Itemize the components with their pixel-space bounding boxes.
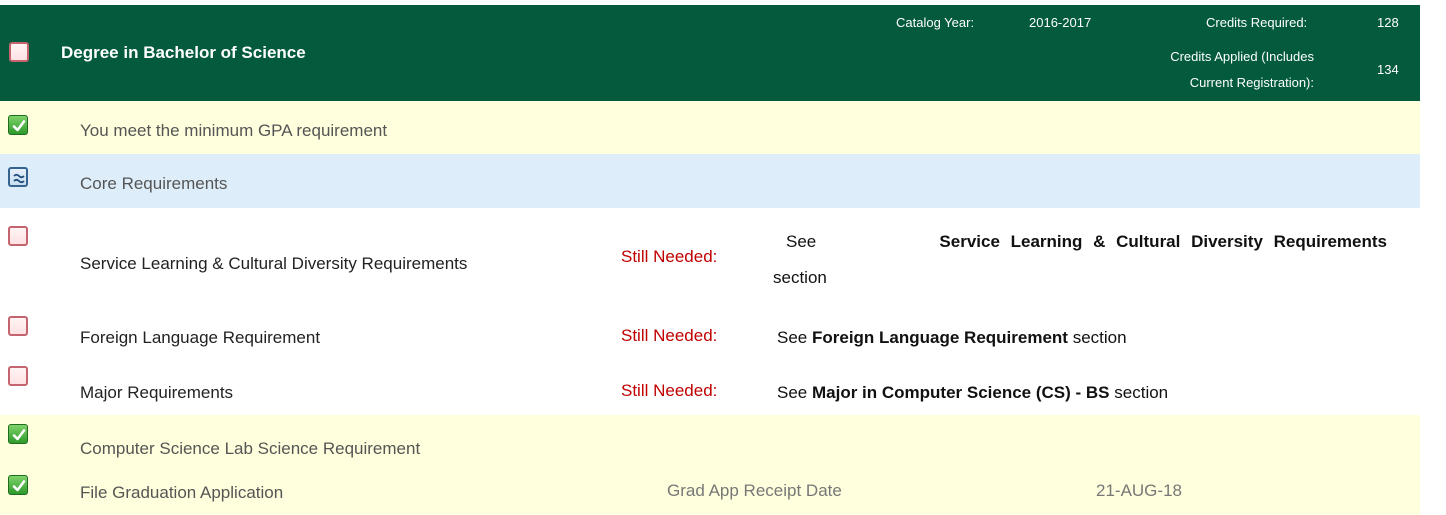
- credits-required-label: Credits Required:: [1206, 15, 1308, 30]
- empty-box-icon: [8, 226, 28, 246]
- catalog-year-label: Catalog Year:: [896, 15, 975, 30]
- approx-icon: [8, 167, 28, 187]
- still-needed-label: Still Needed:: [621, 247, 718, 266]
- see-text: See: [777, 328, 808, 347]
- requirement-row-graduation: File Graduation Application Grad App Rec…: [0, 466, 1420, 515]
- still-needed-text: See Major in Computer Science (CS) - BS …: [777, 383, 1168, 403]
- section-word: section: [1072, 328, 1127, 347]
- section-reference: Foreign Language Requirement: [811, 328, 1068, 347]
- requirement-row-service-learning: Service Learning & Cultural Diversity Re…: [0, 208, 1420, 311]
- empty-box-icon: [9, 42, 29, 62]
- degree-title: Degree in Bachelor of Science: [61, 43, 306, 62]
- requirement-label: Computer Science Lab Science Requirement: [80, 439, 421, 458]
- checkmark-icon: [8, 475, 28, 495]
- requirement-row-major: Major Requirements Still Needed: See Maj…: [0, 361, 1420, 415]
- see-text: See: [786, 232, 817, 251]
- catalog-year-value: 2016-2017: [1029, 15, 1092, 30]
- requirement-label: Service Learning & Cultural Diversity Re…: [80, 254, 468, 273]
- requirement-row-lab-science: Computer Science Lab Science Requirement: [0, 415, 1420, 466]
- degree-header: Degree in Bachelor of Science Catalog Ye…: [0, 5, 1420, 101]
- credits-required-value: 128: [1377, 15, 1399, 30]
- still-needed-text: See Service Learning & Cultural Diversit…: [773, 224, 1387, 296]
- still-needed-label: Still Needed:: [621, 381, 718, 400]
- credits-applied-label: Credits Applied (Includes Current Regist…: [1170, 44, 1314, 96]
- empty-box-icon: [8, 366, 28, 386]
- receipt-date-value: 21-AUG-18: [1096, 481, 1182, 500]
- section-word: section: [1114, 383, 1169, 402]
- credits-applied-label-line2: Current Registration):: [1189, 75, 1314, 90]
- section-word: section: [773, 268, 827, 287]
- requirement-label: Major Requirements: [80, 383, 234, 402]
- still-needed-text: See Foreign Language Requirement section: [777, 328, 1127, 348]
- checkmark-icon: [8, 115, 28, 135]
- credits-applied-label-line1: Credits Applied (Includes: [1170, 49, 1314, 64]
- credits-applied-value: 134: [1377, 62, 1399, 77]
- requirement-label: You meet the minimum GPA requirement: [80, 121, 388, 140]
- still-needed-label: Still Needed:: [621, 326, 718, 345]
- requirement-row-core: Core Requirements: [0, 154, 1420, 208]
- section-reference: Service Learning & Cultural Diversity Re…: [939, 232, 1387, 251]
- requirement-row-gpa: You meet the minimum GPA requirement: [0, 101, 1420, 154]
- section-reference: Major in Computer Science (CS) - BS: [811, 383, 1110, 402]
- receipt-date-label: Grad App Receipt Date: [667, 481, 842, 500]
- checkmark-icon: [8, 424, 28, 444]
- requirement-row-foreign-language: Foreign Language Requirement Still Neede…: [0, 311, 1420, 361]
- see-text: See: [777, 383, 808, 402]
- requirement-label: File Graduation Application: [80, 483, 284, 502]
- requirement-label: Core Requirements: [80, 174, 228, 193]
- requirement-label: Foreign Language Requirement: [80, 328, 321, 347]
- empty-box-icon: [8, 316, 28, 336]
